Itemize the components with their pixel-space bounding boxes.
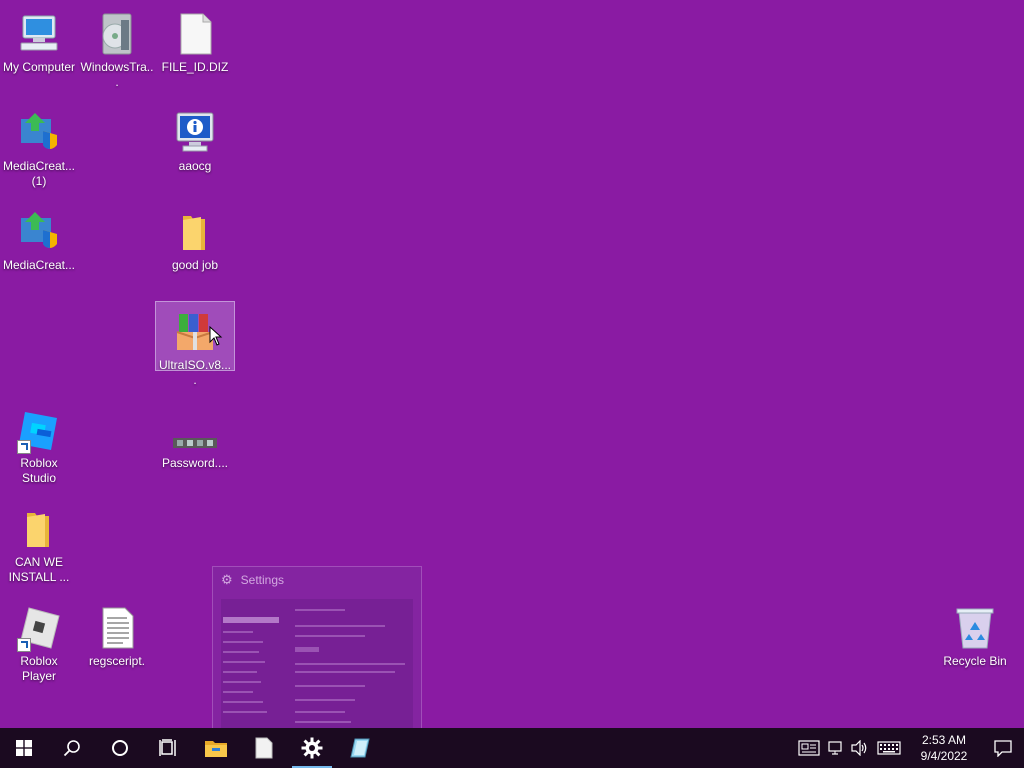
desktop-icon-label: Roblox Studio	[20, 456, 58, 485]
recycle-bin-icon	[951, 604, 999, 652]
roblox-studio-icon	[15, 406, 63, 454]
settings-window-titlebar: ⚙ Settings	[213, 567, 421, 593]
desktop-icon-windows-tra[interactable]: WindowsTra...	[78, 4, 156, 90]
desktop-icon-label: My Computer	[2, 60, 76, 74]
folder-icon	[171, 208, 219, 256]
cortana-circle-icon	[112, 740, 128, 756]
shortcut-arrow-icon	[17, 638, 31, 652]
settings-window-title: Settings	[240, 573, 285, 587]
disc-package-icon	[93, 10, 141, 58]
settings-gear-icon	[301, 737, 323, 759]
desktop-icon-label: good job	[171, 258, 219, 272]
folder-icon	[15, 505, 63, 553]
roblox-player-icon	[15, 604, 63, 652]
settings-window-content	[221, 599, 413, 729]
news-icon	[798, 740, 820, 756]
info-monitor-icon	[171, 109, 219, 157]
desktop-icon-good-job[interactable]: good job	[156, 202, 234, 273]
network-button[interactable]	[824, 728, 848, 768]
notepad-icon	[350, 738, 370, 758]
desktop: My Computer MediaCreat... (1) MediaCreat…	[0, 0, 1024, 732]
desktop-icon-roblox-player[interactable]: Roblox Player	[0, 598, 78, 684]
desktop-icon-recycle-bin[interactable]: Recycle Bin	[936, 598, 1014, 669]
taskbar: 2:53 AM 9/4/2022	[0, 728, 1024, 768]
mouse-cursor-icon	[209, 326, 223, 346]
desktop-icon-label: WindowsTra...	[80, 60, 154, 89]
action-center-icon	[994, 740, 1012, 757]
winrar-archive-icon	[171, 308, 223, 356]
text-file-icon	[93, 604, 141, 652]
search-icon	[63, 740, 80, 757]
desktop-icon-my-computer[interactable]: My Computer	[0, 4, 78, 75]
start-button[interactable]	[0, 728, 48, 768]
desktop-icon-label: regsceript.	[88, 654, 146, 668]
desktop-icon-media-creation-1[interactable]: MediaCreat... (1)	[0, 103, 78, 189]
gear-icon: ⚙	[221, 572, 233, 587]
windows-start-icon	[16, 740, 32, 756]
document-app-button[interactable]	[240, 728, 288, 768]
file-explorer-button[interactable]	[192, 728, 240, 768]
computer-icon	[15, 10, 63, 58]
desktop-icon-aaocg[interactable]: aaocg	[156, 103, 234, 174]
desktop-icon-regsceript[interactable]: regsceript.	[78, 598, 156, 669]
blank-file-icon	[171, 10, 219, 58]
volume-icon	[851, 740, 867, 756]
settings-window-preview[interactable]: ⚙ Settings	[212, 566, 422, 732]
notepad-button[interactable]	[336, 728, 384, 768]
settings-taskbar-button[interactable]	[288, 728, 336, 768]
desktop-icon-media-creation[interactable]: MediaCreat...	[0, 202, 78, 273]
settings-search-bar	[223, 617, 279, 623]
system-tray: 2:53 AM 9/4/2022	[794, 728, 1024, 768]
task-view-button[interactable]	[144, 728, 192, 768]
keyboard-icon	[877, 741, 901, 755]
network-icon	[828, 741, 842, 755]
desktop-icon-ultraiso[interactable]: UltraISO.v8....	[155, 301, 235, 387]
keyboard-button[interactable]	[872, 728, 906, 768]
desktop-icon-label: CAN WE INSTALL ...	[8, 555, 70, 584]
desktop-icon-file-id-diz[interactable]: FILE_ID.DIZ	[156, 4, 234, 75]
desktop-icon-label: UltraISO.v8....	[158, 358, 232, 387]
desktop-icon-label: Password....	[161, 456, 229, 470]
desktop-icon-password[interactable]: Password....	[156, 400, 234, 471]
desktop-icon-label: Roblox Player	[20, 654, 58, 683]
desktop-icon-label: Recycle Bin	[943, 654, 1007, 668]
search-button[interactable]	[48, 728, 96, 768]
shortcut-arrow-icon	[17, 440, 31, 454]
volume-button[interactable]	[848, 728, 872, 768]
desktop-icon-label: aaocg	[178, 159, 212, 173]
clock[interactable]: 2:53 AM 9/4/2022	[906, 732, 982, 764]
password-file-icon	[171, 406, 219, 454]
task-view-icon	[159, 739, 176, 756]
desktop-icon-label: FILE_ID.DIZ	[161, 60, 229, 74]
cortana-button[interactable]	[96, 728, 144, 768]
clock-date: 9/4/2022	[920, 749, 968, 763]
document-app-icon	[255, 737, 273, 759]
media-creation-tool-icon	[15, 109, 63, 157]
desktop-icon-roblox-studio[interactable]: Roblox Studio	[0, 400, 78, 486]
desktop-icon-label: MediaCreat... (1)	[2, 159, 76, 188]
media-creation-tool-icon	[15, 208, 63, 256]
action-center-button[interactable]	[982, 728, 1024, 768]
file-explorer-icon	[205, 741, 227, 757]
clock-time: 2:53 AM	[921, 733, 967, 747]
desktop-icon-can-we-install[interactable]: CAN WE INSTALL ...	[0, 499, 78, 585]
desktop-icon-label: MediaCreat...	[2, 258, 76, 272]
news-button[interactable]	[794, 728, 824, 768]
